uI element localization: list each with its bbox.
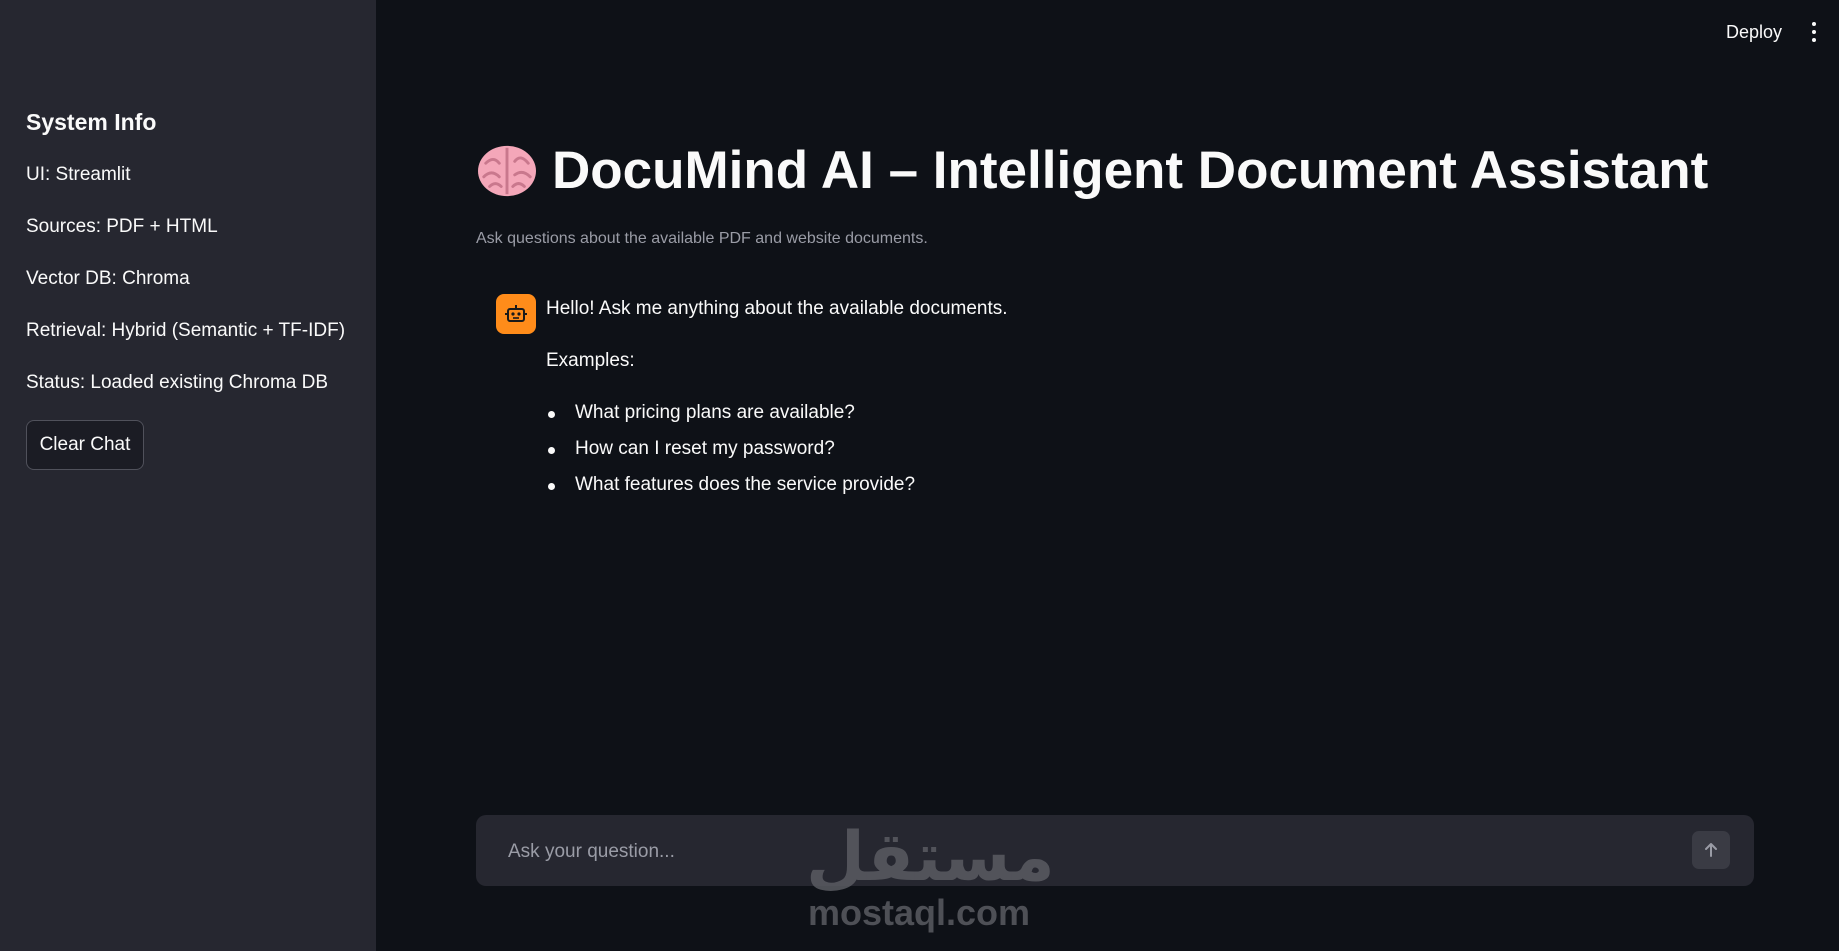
bullet-dot <box>548 483 555 490</box>
example-item: How can I reset my password? <box>575 438 835 459</box>
watermark-latin: mostaql.com <box>808 892 1031 933</box>
sidebar-title: System Info <box>26 109 157 135</box>
assistant-greeting: Hello! Ask me anything about the availab… <box>546 298 1008 319</box>
chat-input-container <box>476 815 1754 888</box>
sidebar: System Info UI: Streamlit Sources: PDF +… <box>0 0 376 951</box>
assistant-avatar <box>496 294 536 334</box>
sidebar-item-vector-db: Vector DB: Chroma <box>26 268 190 289</box>
brain-icon <box>478 145 536 196</box>
sidebar-item-ui: UI: Streamlit <box>26 164 131 185</box>
sidebar-item-sources: Sources: PDF + HTML <box>26 216 218 237</box>
sidebar-item-status: Status: Loaded existing Chroma DB <box>26 372 329 393</box>
page-title: DocuMind AI – Intelligent Document Assis… <box>552 141 1709 200</box>
examples-label: Examples: <box>546 350 635 371</box>
chat-input[interactable] <box>506 815 1660 888</box>
page-subtitle: Ask questions about the available PDF an… <box>476 230 928 247</box>
example-item: What pricing plans are available? <box>575 402 855 423</box>
bullet-dot <box>548 411 555 418</box>
sidebar-item-retrieval: Retrieval: Hybrid (Semantic + TF-IDF) <box>26 320 346 341</box>
deploy-button[interactable]: Deploy <box>1726 22 1782 43</box>
clear-chat-button[interactable]: Clear Chat <box>26 420 144 470</box>
arrow-up-icon <box>1705 843 1717 857</box>
kebab-menu-icon[interactable] <box>1806 22 1822 46</box>
send-button[interactable] <box>1692 831 1730 869</box>
page-title-row: DocuMind AI – Intelligent Document Assis… <box>476 140 1708 201</box>
watermark-arabic: مستقل <box>806 819 1055 895</box>
robot-icon <box>505 305 527 322</box>
example-item: What features does the service provide? <box>575 474 916 495</box>
bullet-dot <box>548 447 555 454</box>
